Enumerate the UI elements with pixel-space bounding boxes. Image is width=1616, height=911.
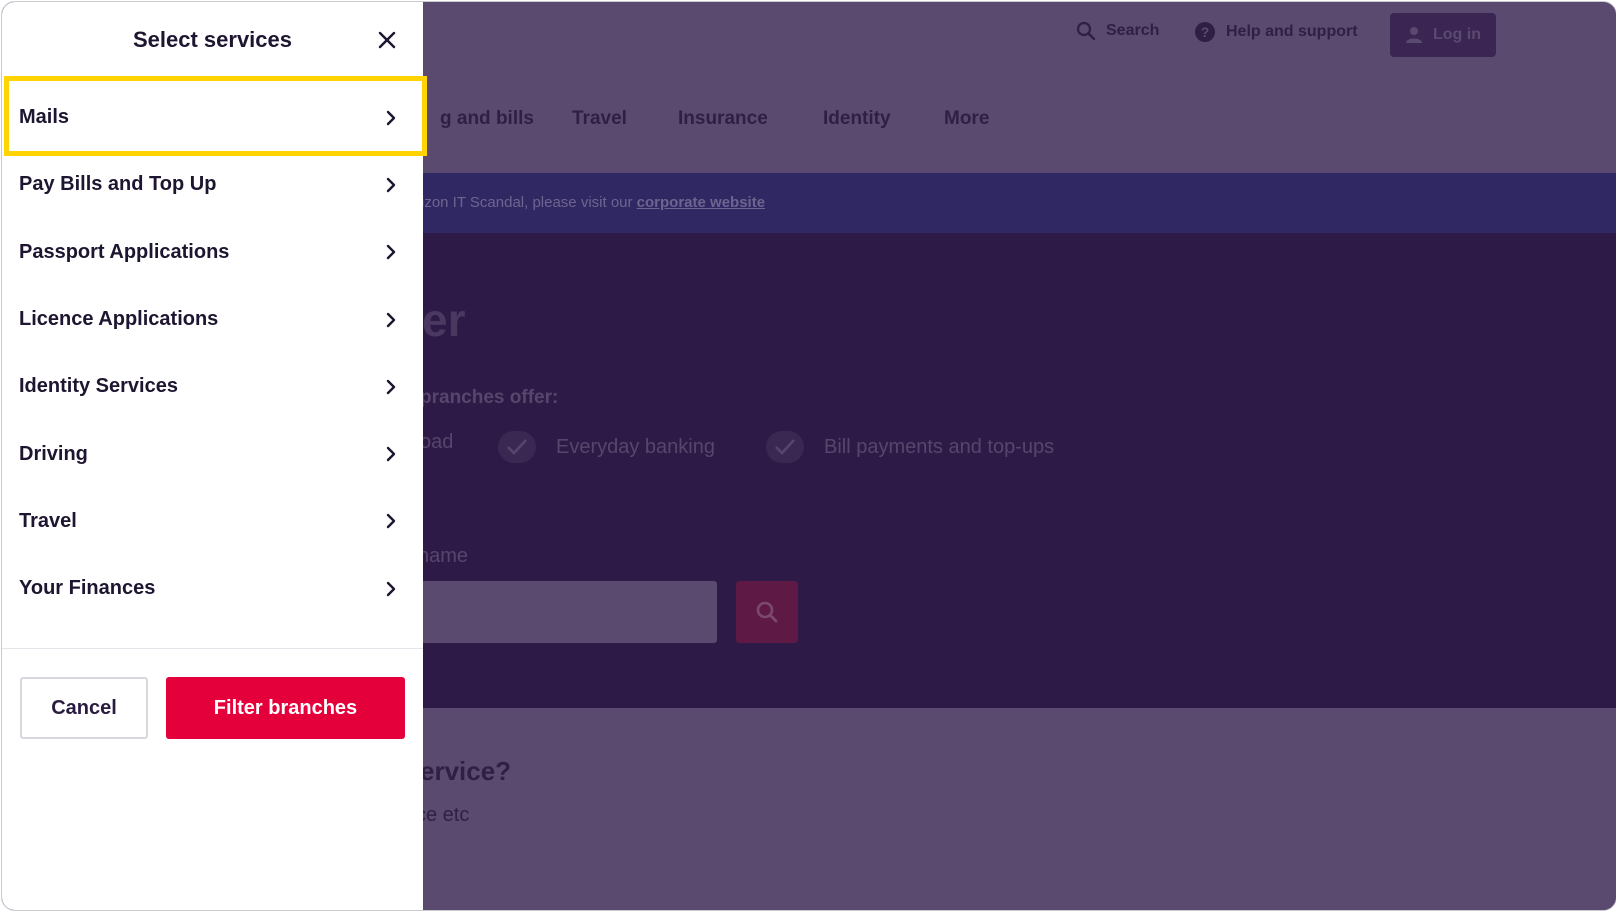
service-item-mails[interactable]: Mails [2, 75, 427, 157]
feature-item: Bill payments and top-ups [766, 431, 1054, 463]
svg-text:?: ? [1201, 24, 1210, 40]
service-item-finances[interactable]: Your Finances [2, 555, 423, 622]
cancel-button[interactable]: Cancel [20, 677, 148, 739]
service-label: Passport Applications [19, 240, 230, 263]
chevron-right-icon [386, 110, 396, 125]
service-item-passport[interactable]: Passport Applications [2, 219, 423, 286]
branch-search-input[interactable] [412, 581, 717, 643]
nav-item-travel[interactable]: Travel [572, 108, 627, 130]
service-label: Driving [19, 442, 88, 465]
search-icon [1076, 21, 1096, 41]
service-item-driving[interactable]: Driving [2, 420, 423, 487]
user-icon [1406, 27, 1422, 43]
service-label: Mails [19, 106, 70, 129]
service-item-identity[interactable]: Identity Services [2, 353, 423, 420]
hero-subtitle: pranches offer: [420, 387, 559, 408]
nav-item-more[interactable]: More [944, 108, 989, 130]
branch-search-label: name [418, 545, 469, 567]
service-label: Your Finances [19, 577, 156, 600]
select-services-drawer: Select services Mails Pay Bills and Top … [2, 2, 427, 910]
close-icon [378, 31, 396, 49]
service-label: Pay Bills and Top Up [19, 173, 217, 196]
service-list: Mails Pay Bills and Top Up Passport Appl… [2, 75, 427, 622]
banner-text: rizon IT Scandal, please visit our [416, 194, 637, 211]
service-item-licence[interactable]: Licence Applications [2, 286, 423, 353]
login-label: Log in [1433, 26, 1481, 43]
feature-item: Everyday banking [498, 431, 715, 463]
help-icon: ? [1195, 22, 1215, 42]
feature-item: oad [420, 431, 453, 454]
search-icon [756, 601, 778, 623]
chevron-right-icon [386, 581, 396, 596]
chevron-right-icon [386, 312, 396, 327]
feature-label: Everyday banking [556, 435, 715, 458]
close-button[interactable] [373, 26, 401, 54]
service-label: Licence Applications [19, 308, 219, 331]
service-label: Travel [19, 509, 77, 532]
filter-branches-button[interactable]: Filter branches [166, 677, 405, 739]
service-item-travel[interactable]: Travel [2, 488, 423, 555]
chevron-right-icon [386, 177, 396, 193]
branch-search-button[interactable] [736, 581, 798, 643]
feature-label: Bill payments and top-ups [824, 435, 1055, 458]
hero-title: er [422, 294, 466, 346]
drawer-divider [2, 648, 423, 649]
chevron-right-icon [386, 379, 396, 395]
nav-item-insurance[interactable]: Insurance [678, 108, 768, 130]
header-search-label: Search [1106, 22, 1160, 39]
chevron-right-icon [386, 446, 396, 462]
lower-subtext: ce etc [416, 804, 470, 826]
drawer-title: Select services [132, 27, 293, 52]
nav-item-bills[interactable]: g and bills [440, 108, 534, 130]
check-icon [766, 431, 804, 463]
chevron-right-icon [386, 245, 396, 260]
service-item-pay-bills[interactable]: Pay Bills and Top Up [2, 151, 423, 218]
header-search-link[interactable]: Search [1076, 21, 1159, 41]
chevron-right-icon [386, 514, 396, 529]
lower-heading: ervice? [420, 756, 512, 786]
header-help-label: Help and support [1226, 23, 1358, 40]
feature-label: oad [420, 431, 454, 453]
nav-item-identity[interactable]: Identity [823, 108, 891, 130]
login-button[interactable]: Log in [1390, 13, 1496, 57]
check-icon [498, 431, 536, 463]
banner-link[interactable]: corporate website [637, 194, 765, 211]
app-window: Search ? Help and support Log in g and b… [1, 1, 1616, 911]
header-help-link[interactable]: ? Help and support [1194, 21, 1358, 43]
service-label: Identity Services [19, 375, 178, 398]
